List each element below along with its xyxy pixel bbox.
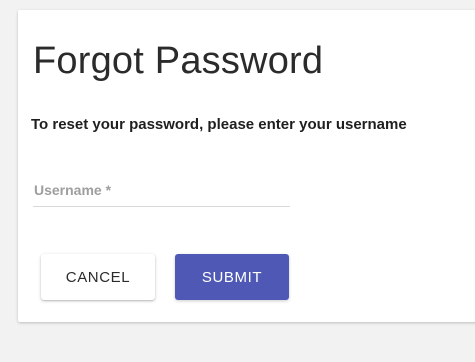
username-field[interactable]: Username * (33, 178, 290, 207)
username-input[interactable] (33, 178, 290, 206)
submit-button[interactable]: SUBMIT (175, 254, 289, 300)
page: Forgot Password To reset your password, … (0, 0, 475, 362)
forgot-password-card: Forgot Password To reset your password, … (18, 10, 475, 322)
instructions-text: To reset your password, please enter you… (31, 116, 407, 133)
page-title: Forgot Password (33, 40, 324, 82)
cancel-button[interactable]: CANCEL (41, 254, 155, 300)
